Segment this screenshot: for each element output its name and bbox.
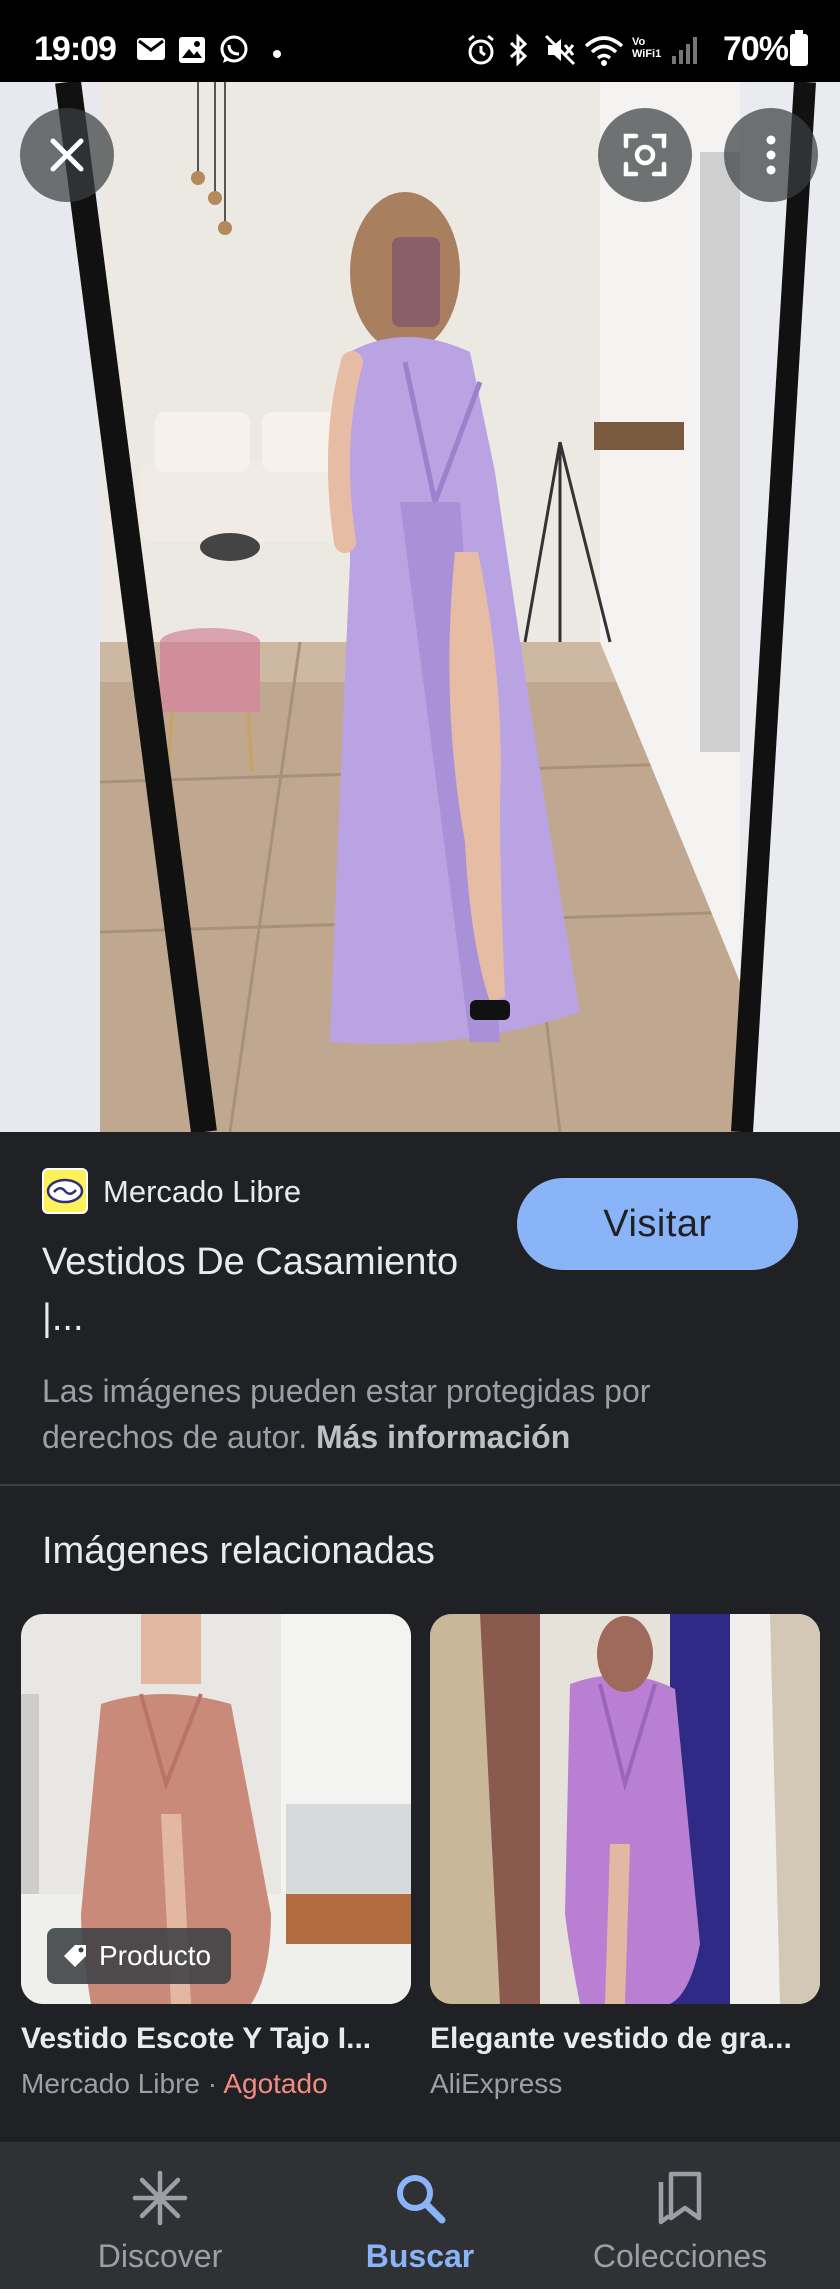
visit-button[interactable]: Visitar	[517, 1178, 798, 1270]
status-time: 19:09	[34, 30, 117, 68]
product-chip-label: Producto	[99, 1940, 212, 1971]
bottom-navigation: Discover Buscar Colecciones	[0, 2142, 840, 2289]
signal-icon	[670, 34, 700, 71]
search-icon	[390, 2168, 450, 2228]
related-card-title[interactable]: Elegante vestido de gra...	[430, 2022, 820, 2056]
nav-search[interactable]: Buscar	[280, 2142, 560, 2289]
sold-out-status: Agotado	[223, 2068, 328, 2099]
related-card[interactable]: Producto Vestido Escote Y Tajo I... Merc…	[21, 1614, 411, 2100]
source-name[interactable]: Mercado Libre	[103, 1174, 301, 1210]
tag-icon	[64, 1945, 86, 1967]
close-icon	[50, 138, 84, 172]
gmail-icon	[136, 36, 166, 67]
result-info: Mercado Libre Visitar Vestidos De Casami…	[0, 1132, 840, 1484]
wifi-icon	[584, 34, 624, 71]
mercado-libre-logo	[42, 1168, 88, 1214]
copyright-notice: Las imágenes pueden estar protegidas por…	[42, 1368, 782, 1460]
gallery-icon	[178, 36, 206, 69]
related-card-meta: Mercado Libre · Agotado	[21, 2068, 411, 2100]
bluetooth-icon	[508, 33, 530, 71]
dot-icon	[272, 46, 282, 64]
google-lens-icon	[623, 133, 667, 177]
mute-icon	[544, 34, 576, 71]
alarm-icon	[466, 34, 496, 71]
nav-label-search: Buscar	[365, 2238, 475, 2274]
more-vert-icon	[766, 135, 776, 175]
related-card-title[interactable]: Vestido Escote Y Tajo I...	[21, 2022, 411, 2056]
related-card[interactable]: Elegante vestido de gra... AliExpress	[430, 1614, 820, 2100]
status-bar: 19:09 Vo WiFi1 70%	[0, 0, 840, 82]
product-chip: Producto	[47, 1928, 232, 1984]
related-card-meta: AliExpress	[430, 2068, 820, 2100]
related-card-source: AliExpress	[430, 2068, 563, 2099]
whatsapp-icon	[218, 34, 250, 71]
result-title[interactable]: Vestidos De Casamiento |...	[42, 1234, 482, 1346]
hero-image[interactable]	[0, 82, 840, 1132]
related-image[interactable]	[430, 1614, 820, 2004]
google-lens-button[interactable]	[598, 108, 692, 202]
collections-bookmark-icon	[650, 2168, 710, 2228]
more-info-link[interactable]: Más información	[316, 1419, 570, 1455]
battery-percent: 70%	[722, 30, 789, 68]
battery-icon	[790, 30, 808, 66]
close-button[interactable]	[20, 108, 114, 202]
divider	[0, 1484, 840, 1486]
nav-discover[interactable]: Discover	[20, 2142, 300, 2289]
nav-collections[interactable]: Colecciones	[540, 2142, 820, 2289]
nav-label-discover: Discover	[97, 2238, 223, 2274]
related-card-source: Mercado Libre	[21, 2068, 200, 2099]
related-image[interactable]: Producto	[21, 1614, 411, 2004]
discover-asterisk-icon	[130, 2168, 190, 2228]
meta-separator: ·	[199, 2068, 224, 2099]
nav-label-collections: Colecciones	[592, 2238, 768, 2274]
vowifi-icon: Vo WiFi1	[632, 36, 662, 60]
more-options-button[interactable]	[724, 108, 818, 202]
related-images-heading: Imágenes relacionadas	[42, 1530, 435, 1572]
